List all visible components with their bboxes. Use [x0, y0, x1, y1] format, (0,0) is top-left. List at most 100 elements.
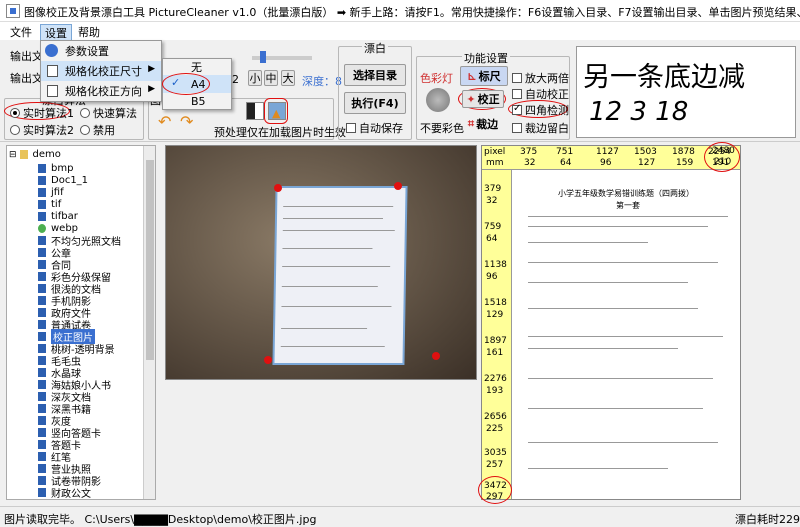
file-icon	[37, 487, 47, 498]
file-icon	[37, 451, 47, 462]
submenu-arrow-icon: ▶	[148, 64, 155, 74]
output-document-view[interactable]: pixel mm 375 32 751 64 1127 96 1503 127 …	[481, 145, 741, 500]
right-panel-margin	[744, 145, 794, 500]
ruler-top: pixel mm 375 32 751 64 1127 96 1503 127 …	[482, 146, 740, 170]
file-icon	[37, 175, 47, 186]
ruler-top-tick: 751	[556, 147, 574, 157]
corner-marker[interactable]	[394, 182, 402, 190]
check-crop-margin[interactable]: 裁边留白	[512, 120, 569, 136]
document-heading: 小学五年级数学易错训练题（四两拨）	[558, 189, 694, 198]
depth-slider-thumb[interactable]	[260, 51, 266, 63]
file-icon	[37, 307, 47, 318]
ruler-unit-mm: mm	[486, 158, 504, 168]
file-icon	[37, 319, 47, 330]
radio-fast[interactable]: 快速算法	[80, 105, 137, 121]
depth-label: 深度：8	[302, 75, 342, 88]
thumbnail-preview[interactable]: 另一条底边减 12 3 18	[576, 46, 796, 138]
correct-button[interactable]: ✦ 校正	[462, 90, 504, 108]
ruler-top-tick: 1503	[634, 147, 657, 157]
menu-help[interactable]: 帮助	[74, 24, 104, 40]
file-icon	[37, 271, 47, 282]
status-bar: 图片读取完毕。 C:\Users\▇▇▇▇Desktop\demo\校正图片.j…	[0, 506, 800, 526]
color-light-label: 色彩灯	[420, 72, 453, 85]
paper-photo	[274, 188, 406, 363]
select-dir-button[interactable]: 选择目录	[344, 64, 406, 86]
file-icon	[37, 415, 47, 426]
ruler-left-tick: 225	[486, 424, 504, 434]
crop-icon: ⌗	[467, 117, 475, 130]
status-timing: 漂白耗时229	[735, 513, 800, 526]
ruler-button[interactable]: ⊾ 标尺	[460, 66, 508, 86]
collapse-icon: ⊟	[9, 149, 17, 160]
checkbox-icon	[512, 123, 522, 133]
submenu-b5[interactable]: B5	[163, 93, 231, 109]
annotation-oval	[162, 73, 210, 95]
crop-button[interactable]: ⌗ 裁边	[462, 114, 504, 134]
size-medium-button[interactable]: 中	[264, 70, 278, 86]
contrast-icon[interactable]	[246, 102, 264, 120]
corner-marker[interactable]	[432, 352, 440, 360]
menu-item-params[interactable]: 参数设置	[41, 41, 161, 61]
radio-algo2[interactable]: 实时算法2	[10, 122, 74, 138]
image-adjust-icon[interactable]: ▲	[268, 102, 286, 120]
corner-marker[interactable]	[264, 356, 272, 364]
file-icon	[37, 439, 47, 450]
thumbnail-numbers: 12 3 18	[589, 97, 689, 127]
ruler-left-tick: 161	[486, 348, 504, 358]
file-icon	[37, 163, 47, 174]
radio-disable[interactable]: 禁用	[80, 122, 115, 138]
file-icon	[37, 463, 47, 474]
menu-item-size[interactable]: 规格化校正尺寸 ▶	[41, 61, 161, 81]
radio-algo1[interactable]: 实时算法1	[10, 105, 74, 121]
folder-icon	[18, 149, 29, 160]
file-icon	[37, 331, 47, 342]
rotate-left-icon[interactable]: ↶	[158, 112, 171, 131]
autosave-checkbox[interactable]: 自动保存	[346, 120, 403, 136]
ruler-left-tick: 379	[484, 184, 502, 194]
menu-item-direction[interactable]: 规格化校正方向 ▶	[41, 81, 161, 101]
document-subheading: 第一套	[616, 201, 640, 210]
corner-marker[interactable]	[274, 184, 282, 192]
ruler-top-tick: 1127	[596, 147, 619, 157]
preprocess-note: 预处理仅在加载图片时生效	[214, 126, 346, 139]
radio-dot-icon	[80, 125, 90, 135]
scrollbar-thumb[interactable]	[146, 160, 154, 360]
document-icon	[47, 85, 58, 97]
ruler-left: 379 32 759 64 1138 96 1518 129 1897 161 …	[482, 170, 512, 499]
submenu-none[interactable]: 无	[163, 59, 231, 75]
ruler-left-tick: 2276	[484, 374, 507, 384]
menu-file[interactable]: 文件	[6, 24, 36, 40]
ruler-left-tick: 759	[484, 222, 502, 232]
file-icon	[37, 355, 47, 366]
bleach-group-label: 漂白	[362, 40, 388, 56]
checkbox-icon	[346, 123, 356, 133]
checkbox-icon	[512, 73, 522, 83]
size-number: 2	[232, 73, 239, 86]
tree-item[interactable]: 财政公文	[37, 486, 91, 499]
size-large-button[interactable]: 大	[281, 70, 295, 86]
file-tree[interactable]: ⊟ demo bmp Doc1_1 jfif tif tifbar webp 不均匀光照文档…	[6, 145, 156, 500]
ruler-top-tick: 1878	[672, 147, 695, 157]
ruler-icon: ⊾	[467, 69, 477, 83]
webp-file-icon	[37, 223, 47, 234]
file-icon	[37, 403, 47, 414]
rotate-right-icon[interactable]: ↷	[180, 112, 193, 131]
check-zoom2x[interactable]: 放大两倍	[512, 70, 569, 86]
ruler-left-tick: 1897	[484, 336, 507, 346]
function-group-label: 功能设置	[462, 50, 510, 66]
file-icon	[37, 391, 47, 402]
tree-root[interactable]: ⊟ demo	[9, 148, 61, 161]
check-corner-detect[interactable]: 四角检测	[512, 102, 569, 118]
annotation-oval	[478, 476, 512, 504]
size-small-button[interactable]: 小	[248, 70, 262, 86]
execute-button[interactable]: 执行(F4)	[344, 92, 406, 114]
ruler-top-tick: 159	[676, 158, 694, 168]
tree-scrollbar[interactable]	[143, 146, 155, 499]
ruler-top-tick: 32	[524, 158, 536, 168]
color-light-icon[interactable]	[426, 88, 450, 112]
ruler-left-tick: 1138	[484, 260, 507, 270]
ruler-left-tick: 129	[486, 310, 504, 320]
source-image-preview[interactable]	[165, 145, 477, 380]
file-icon	[37, 427, 47, 438]
correct-icon: ✦	[466, 92, 476, 106]
